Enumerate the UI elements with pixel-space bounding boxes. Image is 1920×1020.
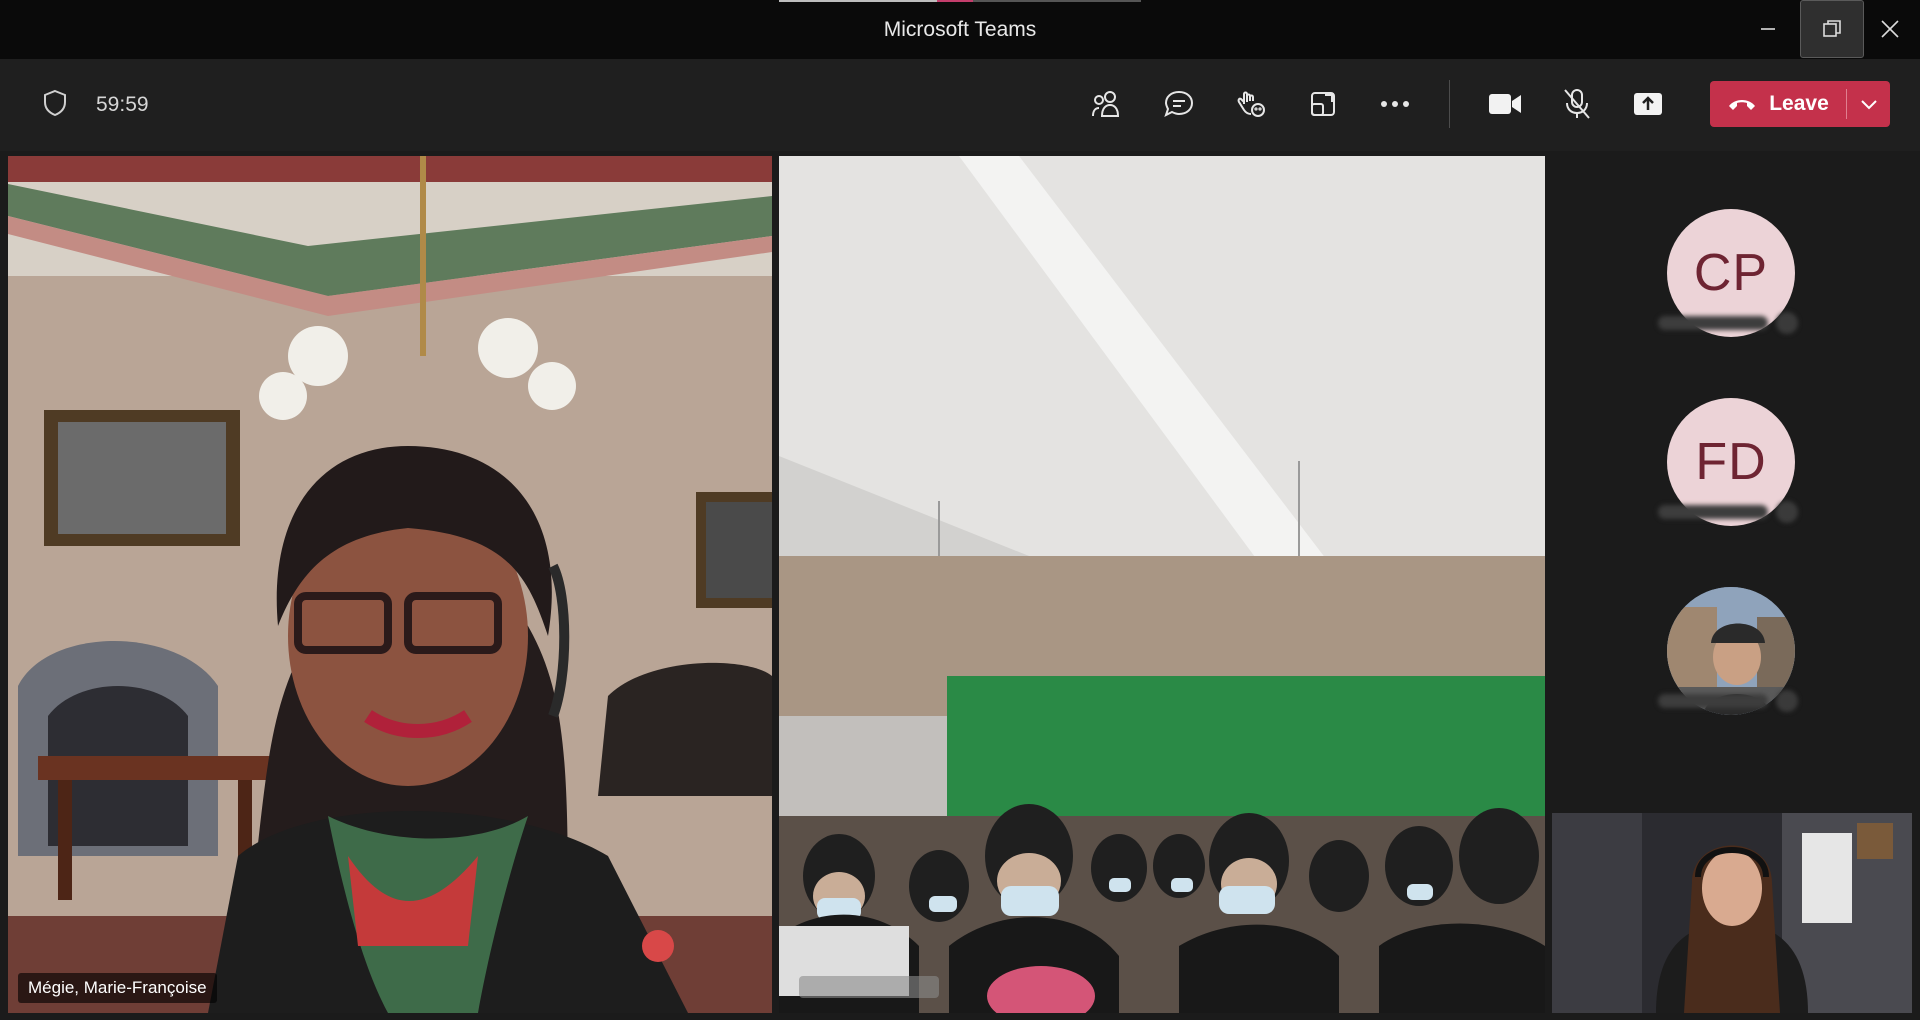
classroom-video-feed [779,156,1545,1013]
title-bar: Microsoft Teams [0,0,1920,59]
rooms-icon [1311,92,1335,116]
participant-video[interactable] [779,156,1545,1013]
shield-icon [44,89,66,117]
reactions-button[interactable] [1227,81,1275,127]
mic-off-icon [1564,89,1590,119]
call-progress-bar [779,0,1141,2]
participant-name-label: Mégie, Marie-Françoise [18,973,217,1003]
toolbar-divider [1449,80,1450,128]
reactions-icon [1237,91,1265,117]
self-video-preview[interactable] [1552,813,1912,1013]
meeting-toolbar: 59:59 Leave [0,59,1920,151]
self-video-feed [1552,813,1912,1013]
share-button[interactable] [1624,81,1672,127]
close-icon [1881,20,1899,38]
camera-button[interactable] [1481,81,1529,127]
leave-options-dropdown[interactable] [1847,81,1890,127]
chevron-down-icon [1860,100,1877,110]
chat-icon [1164,90,1194,117]
roster-name-redacted [1658,312,1804,334]
rooms-button[interactable] [1299,81,1347,127]
more-options-button[interactable] [1371,81,1419,127]
video-stage: Mégie, Marie-Françoise CP FD [0,151,1920,1020]
meeting-timer: 59:59 [96,93,149,116]
phone-hangup-icon [1729,100,1756,110]
camera-icon [1489,94,1521,114]
participant-video-feed [8,156,772,1013]
microphone-button[interactable] [1553,81,1601,127]
restore-button[interactable] [1800,0,1864,58]
leave-label: Leave [1769,92,1829,115]
share-icon [1634,93,1662,115]
restore-icon [1823,20,1841,37]
participant-video[interactable]: Mégie, Marie-Françoise [8,156,772,1013]
minimize-button[interactable] [1736,0,1800,58]
more-icon [1381,101,1409,107]
participants-icon [1092,91,1120,117]
participants-button[interactable] [1083,81,1131,127]
chat-button[interactable] [1155,81,1203,127]
minimize-icon [1761,28,1775,30]
close-button[interactable] [1858,0,1920,58]
roster-name-redacted [1658,690,1804,712]
window-title: Microsoft Teams [883,18,1037,41]
leave-button[interactable]: Leave [1710,81,1890,127]
leave-main[interactable]: Leave [1710,81,1846,127]
roster-name-redacted [1658,501,1804,523]
participant-roster: CP FD [1552,156,1912,806]
